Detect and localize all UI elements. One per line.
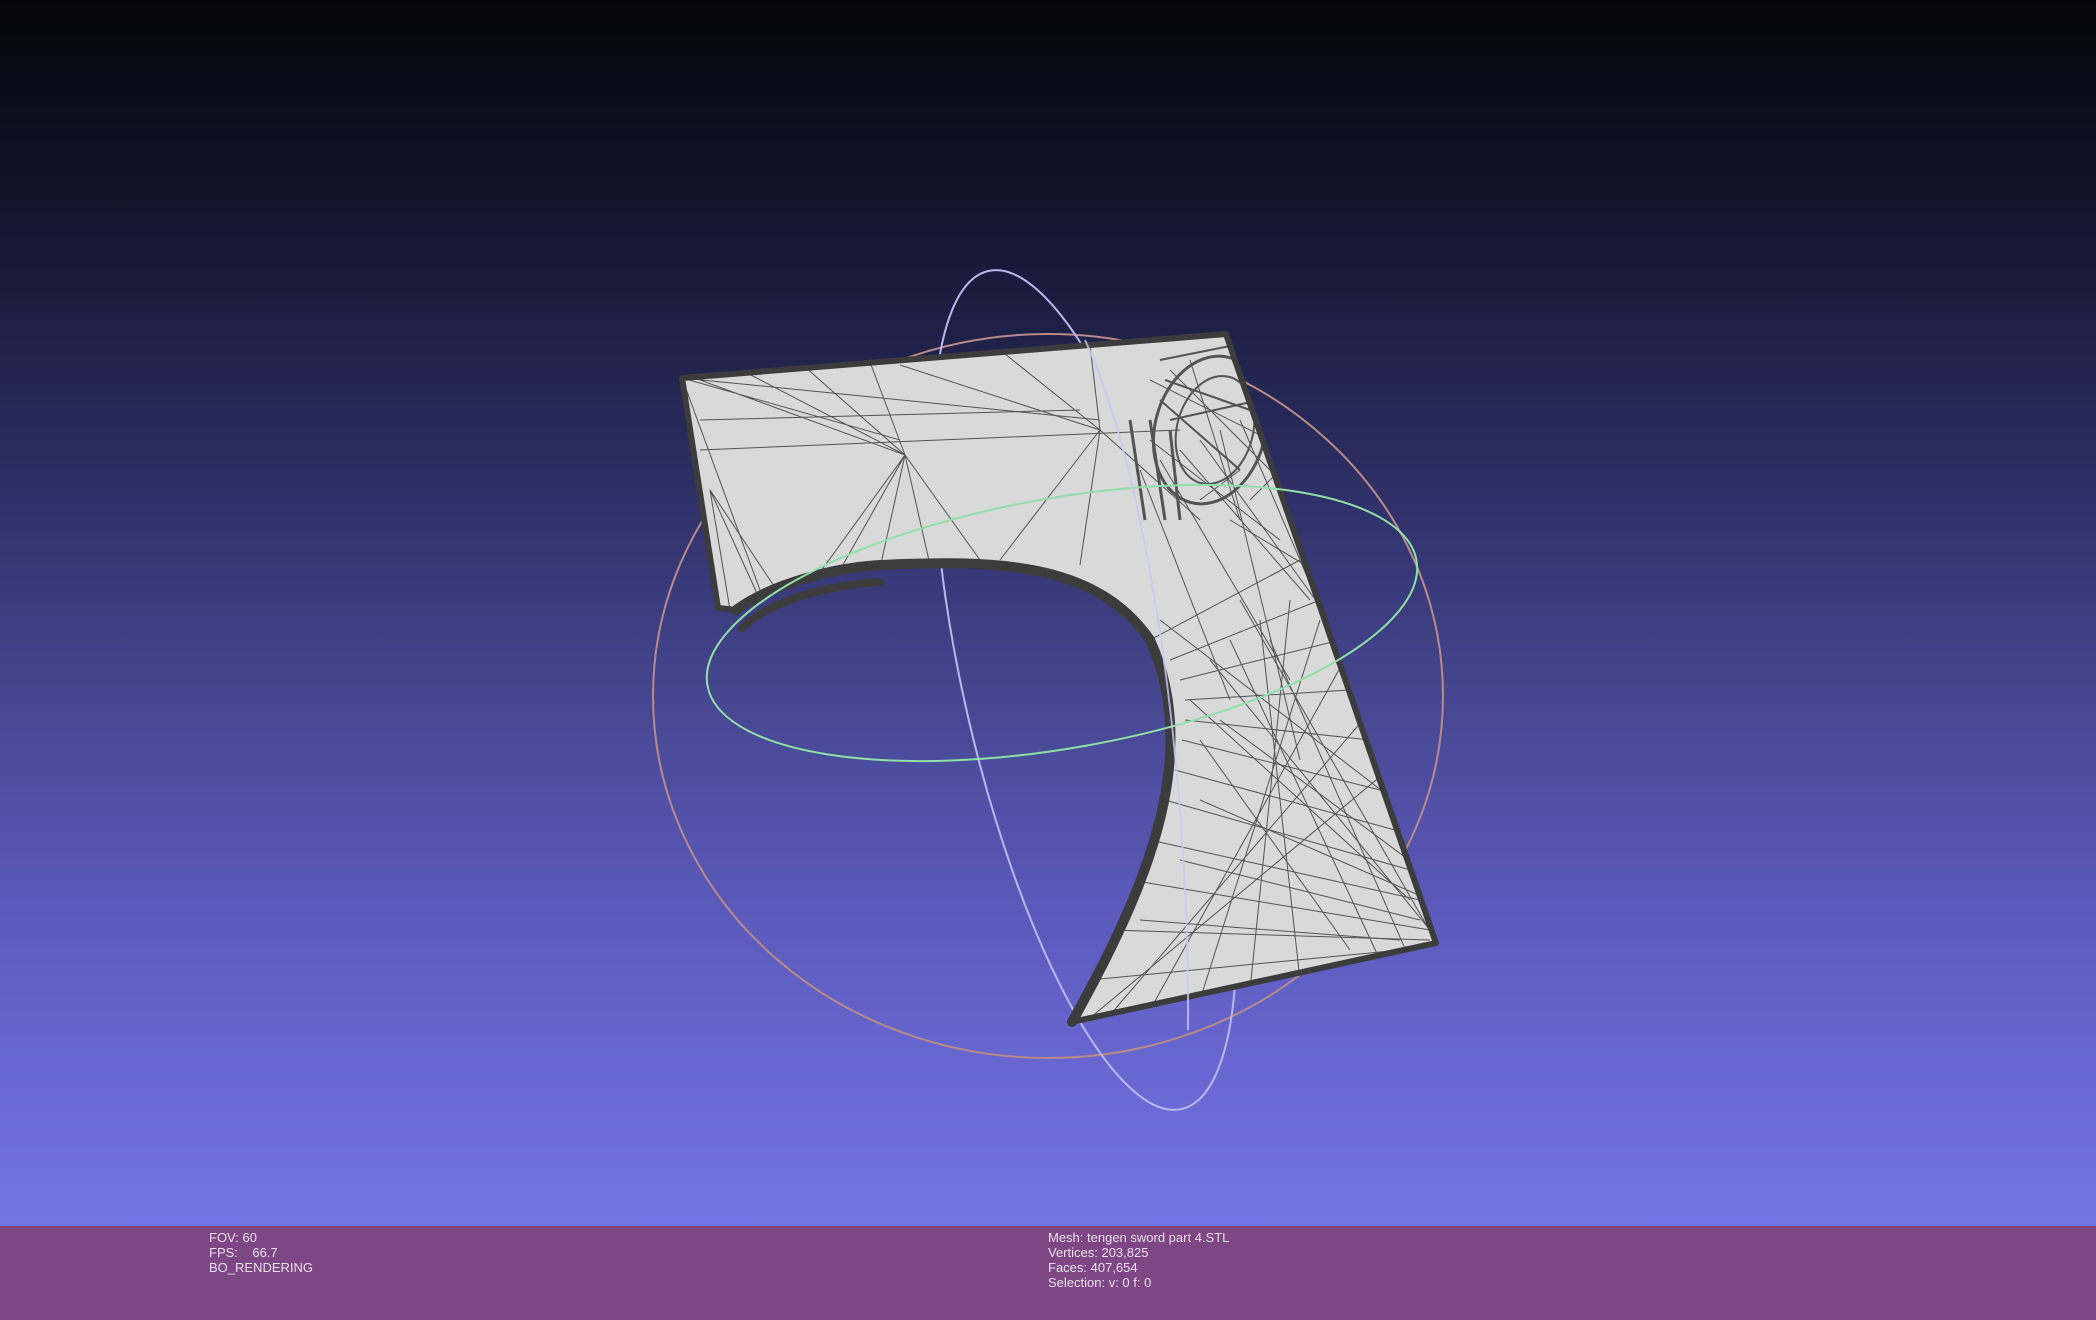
vertices-count-label: Vertices: 203,825	[1048, 1245, 1149, 1260]
faces-count-label: Faces: 407,654	[1048, 1260, 1138, 1275]
mesh-name-label: Mesh: tengen sword part 4.STL	[1048, 1230, 1230, 1245]
render-info: FOV: 60 FPS: 66.7 BO_RENDERING	[209, 1230, 313, 1275]
mesh-info: Mesh: tengen sword part 4.STL Vertices: …	[1048, 1230, 1229, 1290]
mesh-scene[interactable]	[0, 0, 2096, 1226]
render-mode-label: BO_RENDERING	[209, 1260, 314, 1275]
3d-viewport[interactable]	[0, 0, 2096, 1226]
selection-label: Selection: v: 0 f: 0	[1048, 1275, 1152, 1290]
fov-label: FOV: 60	[209, 1230, 257, 1245]
fps-label: FPS: 66.7	[209, 1245, 278, 1260]
status-info-bar: FOV: 60 FPS: 66.7 BO_RENDERING Mesh: ten…	[0, 1226, 2096, 1320]
